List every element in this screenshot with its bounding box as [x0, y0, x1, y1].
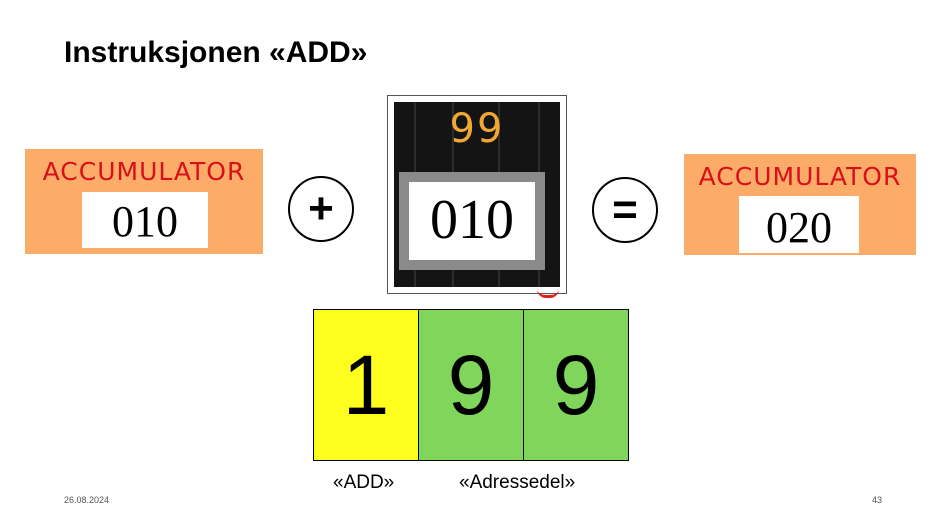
- memory-cell: 99 010: [387, 95, 567, 294]
- page-number: 43: [872, 495, 883, 505]
- address-digit-tens: 9: [418, 309, 524, 461]
- opcode-caption: «ADD»: [333, 472, 395, 493]
- accumulator-label: ACCUMULATOR: [698, 162, 902, 191]
- plus-operator: +: [288, 176, 354, 242]
- accumulator-before: ACCUMULATOR 010: [25, 149, 263, 254]
- memory-address: 99: [449, 106, 505, 152]
- memory-value-frame: 010: [399, 172, 545, 270]
- accumulator-after: ACCUMULATOR 020: [684, 154, 916, 255]
- accumulator-label: ACCUMULATOR: [42, 157, 246, 186]
- equals-operator: =: [592, 177, 658, 243]
- pointer-mark: [537, 289, 559, 298]
- slide-date: 26.08.2024: [64, 495, 110, 505]
- address-digit-ones: 9: [523, 309, 629, 461]
- accumulator-value: 020: [739, 196, 859, 253]
- address-caption: «Adressedel»: [459, 472, 576, 493]
- instruction-digits: 1 9 9: [313, 309, 629, 461]
- slide-title: Instruksjonen «ADD»: [64, 36, 368, 69]
- memory-value: 010: [409, 182, 535, 260]
- opcode-digit: 1: [313, 309, 419, 461]
- accumulator-value: 010: [82, 192, 208, 248]
- memory-cell-background: 99 010: [394, 102, 560, 287]
